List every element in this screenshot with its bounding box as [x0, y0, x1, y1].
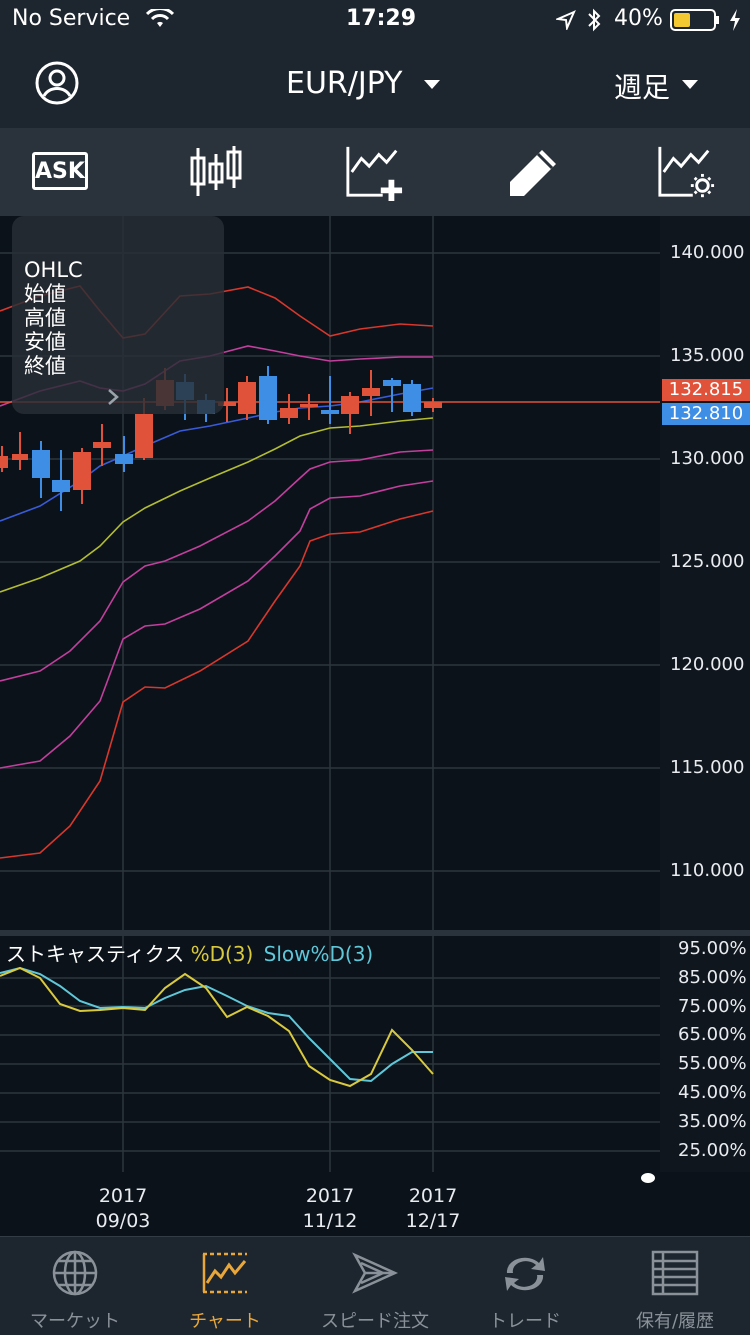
battery-percent: 40% — [614, 6, 663, 31]
chevron-right-icon[interactable] — [106, 388, 120, 406]
ohlc-info-panel[interactable]: OHLC 始値 高値 安値 終値 — [12, 216, 224, 414]
symbol-selector[interactable]: EUR/JPY — [286, 66, 440, 102]
tab-positions-history[interactable]: 保有/履歴 — [600, 1237, 750, 1335]
chart-toolbar: ASK — [0, 128, 750, 216]
globe-icon — [52, 1250, 98, 1296]
bottom-tab-bar: マーケット チャート スピード注文 トレード 保有/履歴 — [0, 1236, 750, 1335]
speed-arrow-icon — [352, 1252, 399, 1294]
add-indicator-icon[interactable] — [344, 142, 404, 202]
candlestick-type-icon[interactable] — [186, 142, 246, 202]
slow-d-series-label: Slow%D(3) — [263, 942, 374, 966]
nav-bar: EUR/JPY 週足 — [0, 40, 750, 128]
d-series-label: %D(3) — [190, 942, 254, 966]
tab-label: チャート — [189, 1311, 261, 1332]
time-tick-year: 2017 — [305, 1185, 355, 1207]
price-tick: 125.000 — [670, 551, 745, 572]
indicator-settings-icon[interactable] — [656, 142, 716, 202]
time-tick-date: 12/17 — [405, 1210, 461, 1232]
ask-label: ASK — [32, 152, 88, 190]
price-tick: 115.000 — [670, 757, 745, 778]
tab-label: 保有/履歴 — [635, 1311, 715, 1332]
symbol-label: EUR/JPY — [286, 66, 403, 101]
ohlc-close-label: 終値 — [24, 354, 66, 378]
chevron-down-icon — [682, 80, 698, 89]
bid-price-tag: 132.810 — [662, 403, 750, 425]
time-tick: 2017 09/03 — [83, 1184, 163, 1234]
wifi-icon — [146, 9, 174, 27]
list-icon — [651, 1250, 699, 1296]
clock-text: 17:29 — [346, 6, 417, 31]
ohlc-low-label: 安値 — [24, 330, 66, 354]
carrier-text: No Service — [12, 6, 131, 31]
ohlc-open-label: 始値 — [24, 282, 66, 306]
stoch-tick: 25.00% — [678, 1140, 747, 1161]
stoch-tick: 95.00% — [678, 938, 747, 959]
stoch-tick: 75.00% — [678, 996, 747, 1017]
time-tick-year: 2017 — [408, 1185, 458, 1207]
tab-label: スピード注文 — [321, 1311, 429, 1332]
tab-label: マーケット — [30, 1311, 120, 1332]
tab-market[interactable]: マーケット — [0, 1237, 150, 1335]
ohlc-title: OHLC — [24, 258, 83, 282]
location-icon — [556, 10, 576, 30]
battery-icon — [670, 9, 719, 31]
price-tick: 130.000 — [670, 448, 745, 469]
bluetooth-icon — [588, 8, 601, 32]
stoch-tick: 85.00% — [678, 967, 747, 988]
price-tick: 110.000 — [670, 860, 745, 881]
charging-icon — [730, 9, 740, 31]
stoch-tick: 45.00% — [678, 1082, 747, 1103]
price-tick: 135.000 — [670, 345, 745, 366]
price-tick: 120.000 — [670, 654, 745, 675]
status-bar: No Service 17:29 40% — [0, 0, 750, 40]
chevron-down-icon — [424, 80, 440, 89]
trade-swap-icon — [505, 1257, 545, 1291]
chart-icon — [202, 1252, 247, 1294]
tab-trade[interactable]: トレード — [450, 1237, 600, 1335]
stoch-tick: 35.00% — [678, 1111, 747, 1132]
timeframe-label: 週足 — [614, 71, 671, 104]
tab-label: トレード — [489, 1311, 561, 1332]
stochastic-legend: ストキャスティクス %D(3) Slow%D(3) — [6, 938, 373, 967]
ask-price-tag: 132.815 — [662, 379, 750, 401]
ohlc-high-label: 高値 — [24, 306, 66, 330]
timeframe-selector[interactable]: 週足 — [614, 66, 698, 104]
tab-speed-order[interactable]: スピード注文 — [300, 1237, 450, 1335]
time-tick: 2017 12/17 — [393, 1184, 473, 1234]
price-tick: 140.000 — [670, 242, 745, 263]
pencil-icon[interactable] — [504, 142, 564, 202]
time-tick-date: 11/12 — [302, 1210, 358, 1232]
stochastic-name: ストキャスティクス — [6, 942, 185, 966]
stoch-tick: 65.00% — [678, 1024, 747, 1045]
tab-chart[interactable]: チャート — [150, 1237, 300, 1335]
account-icon[interactable] — [34, 60, 80, 106]
ask-bid-toggle-button[interactable]: ASK — [30, 142, 90, 202]
time-tick: 2017 11/12 — [290, 1184, 370, 1234]
time-tick-date: 09/03 — [95, 1210, 151, 1232]
stoch-tick: 55.00% — [678, 1053, 747, 1074]
time-tick-year: 2017 — [98, 1185, 148, 1207]
